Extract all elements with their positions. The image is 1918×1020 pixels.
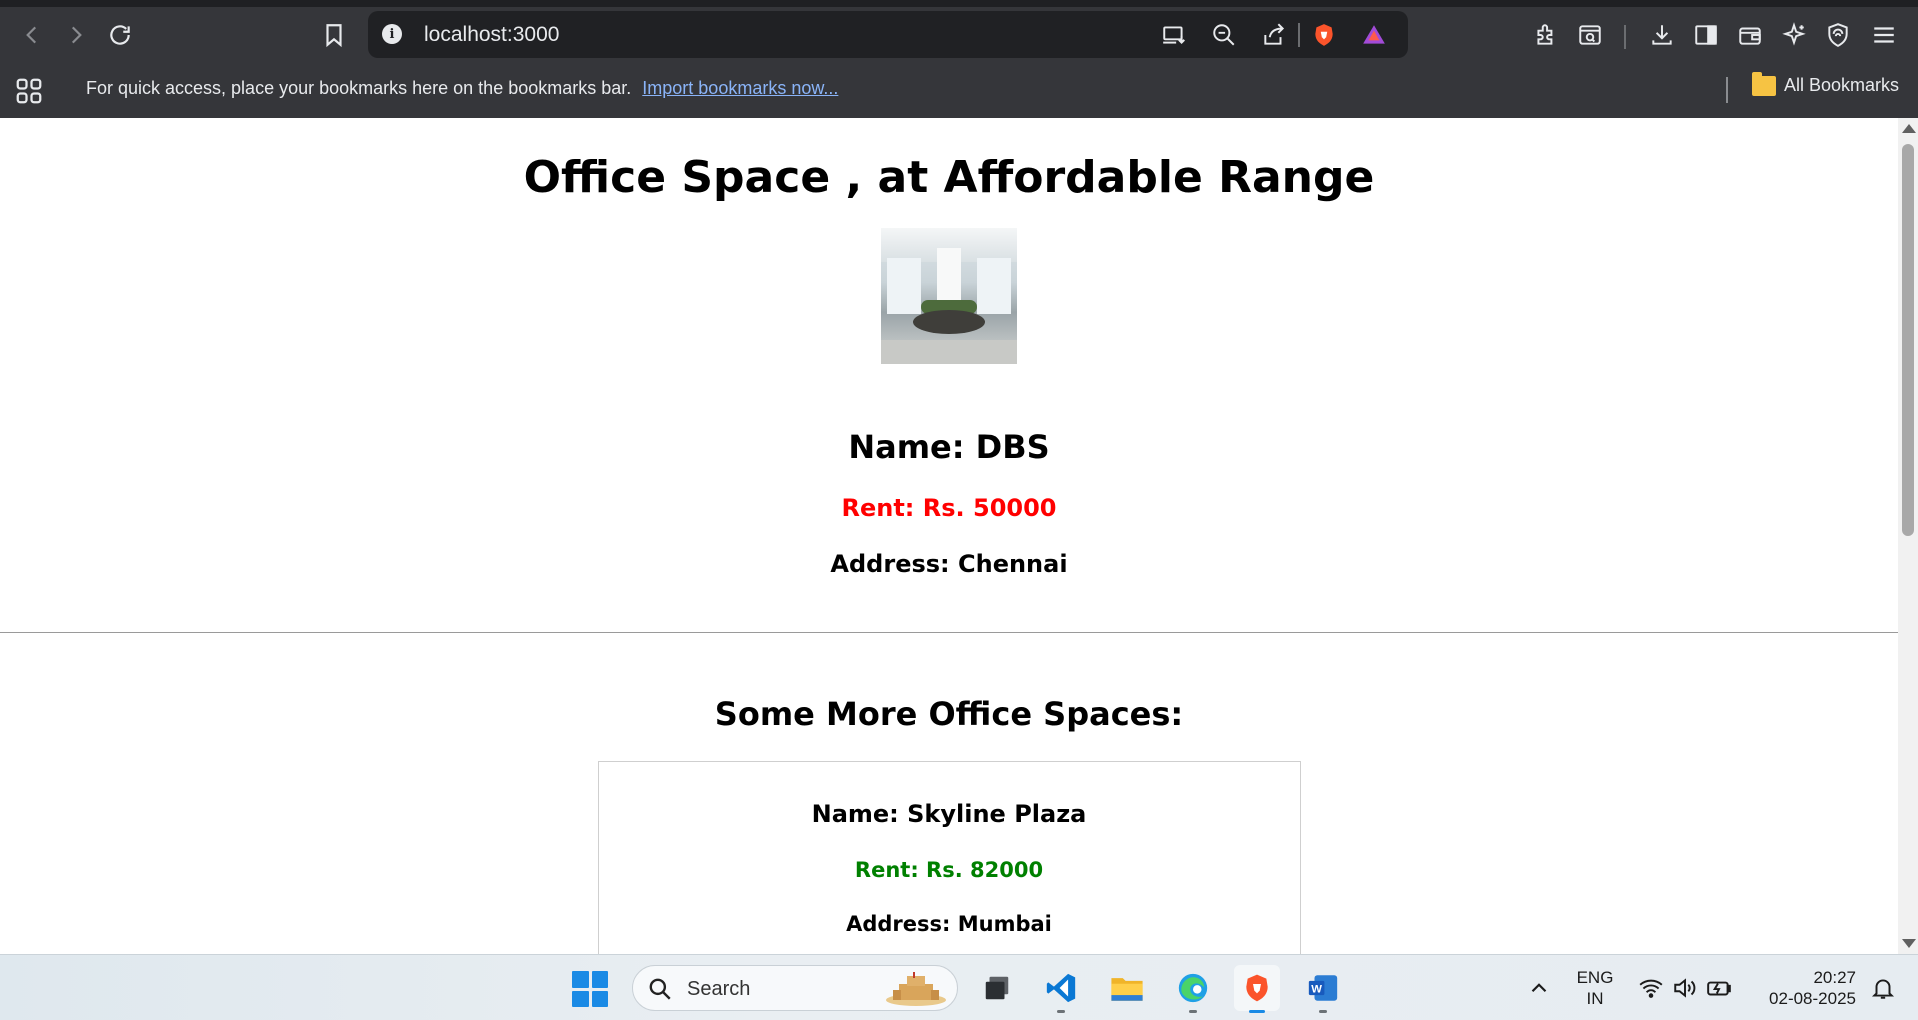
tab-search-icon[interactable] xyxy=(1570,15,1610,55)
clock-time: 20:27 xyxy=(1813,968,1856,987)
menu-icon[interactable] xyxy=(1864,15,1904,55)
toolbar-divider xyxy=(1624,25,1626,49)
vpn-shield-icon[interactable] xyxy=(1818,15,1858,55)
brave-rewards-icon[interactable] xyxy=(1358,19,1390,51)
office-card-address: Address: Mumbai xyxy=(846,912,1052,936)
omnibox-divider xyxy=(1298,23,1300,47)
office-card-rent: Rent: Rs. 82000 xyxy=(854,858,1044,882)
edge-icon[interactable] xyxy=(1170,965,1216,1013)
sidebar-icon[interactable] xyxy=(1686,15,1726,55)
region-code: IN xyxy=(1586,989,1604,1008)
windows-start-icon[interactable] xyxy=(572,971,608,1007)
page-viewport: Office Space , at Affordable Range Name:… xyxy=(0,118,1898,954)
leo-ai-icon[interactable] xyxy=(1774,15,1814,55)
extensions-icon[interactable] xyxy=(1526,15,1566,55)
bookmark-icon[interactable] xyxy=(314,15,354,55)
language-code: ENG xyxy=(1576,968,1614,987)
word-icon[interactable]: W xyxy=(1300,965,1346,1013)
vscode-icon[interactable] xyxy=(1038,965,1084,1013)
all-bookmarks-label: All Bookmarks xyxy=(1784,75,1900,95)
all-bookmarks-button[interactable]: All Bookmarks xyxy=(1752,71,1900,96)
bookmarks-hint-text: For quick access, place your bookmarks h… xyxy=(86,78,632,98)
windows-taskbar: Search W ENG IN 20:27 02-08-2025 xyxy=(0,954,1918,1020)
office-card: Name: Skyline Plaza Rent: Rs. 82000 Addr… xyxy=(597,761,1301,954)
taskbar-search-box[interactable]: Search xyxy=(632,965,958,1011)
page-scrollbar[interactable] xyxy=(1898,118,1918,954)
search-icon xyxy=(649,978,671,1000)
featured-office-name: Name: DBS xyxy=(848,428,1050,466)
bookmarks-bar-message: For quick access, place your bookmarks h… xyxy=(86,78,838,99)
forward-icon[interactable] xyxy=(56,15,96,55)
reload-icon[interactable] xyxy=(100,15,140,55)
wifi-icon[interactable] xyxy=(1638,975,1664,1001)
more-offices-heading: Some More Office Spaces: xyxy=(714,695,1184,733)
scroll-up-arrow-icon[interactable] xyxy=(1902,124,1916,133)
page-content: Office Space , at Affordable Range Name:… xyxy=(0,118,1898,954)
brave-shields-icon[interactable] xyxy=(1308,19,1340,51)
input-language-indicator[interactable]: ENG IN xyxy=(1576,967,1614,1009)
tab-strip xyxy=(0,0,1918,7)
office-card-name: Name: Skyline Plaza xyxy=(811,800,1087,828)
system-clock[interactable]: 20:27 02-08-2025 xyxy=(1748,967,1856,1009)
volume-icon[interactable] xyxy=(1672,975,1698,1001)
section-divider xyxy=(0,632,1898,633)
browser-chrome: i localhost:3000 For quick access, place… xyxy=(0,0,1918,118)
show-hidden-icons-chevron-icon[interactable] xyxy=(1526,975,1552,1001)
svg-text:W: W xyxy=(1311,983,1322,995)
task-view-icon[interactable] xyxy=(974,965,1020,1011)
battery-icon[interactable] xyxy=(1706,975,1732,1001)
bookmarks-bar: For quick access, place your bookmarks h… xyxy=(0,63,1918,118)
apps-grid-icon[interactable] xyxy=(14,76,44,106)
share-icon[interactable] xyxy=(1258,19,1290,51)
clock-date: 02-08-2025 xyxy=(1769,989,1856,1008)
brave-browser-taskbar-icon[interactable] xyxy=(1234,965,1280,1013)
featured-office-rent: Rent: Rs. 50000 xyxy=(841,494,1057,522)
folder-icon xyxy=(1752,71,1776,96)
bookmarks-divider xyxy=(1726,77,1728,103)
download-icon[interactable] xyxy=(1642,15,1682,55)
office-image xyxy=(881,228,1017,364)
scrollbar-thumb[interactable] xyxy=(1902,144,1914,536)
wallet-icon[interactable] xyxy=(1730,15,1770,55)
back-icon[interactable] xyxy=(12,15,52,55)
url-text[interactable]: localhost:3000 xyxy=(424,23,559,47)
site-info-icon[interactable]: i xyxy=(380,22,404,46)
taskbar-search-placeholder: Search xyxy=(687,978,751,1000)
notification-icon[interactable] xyxy=(1870,975,1896,1001)
browser-toolbar: i localhost:3000 xyxy=(0,7,1918,63)
import-bookmarks-link[interactable]: Import bookmarks now... xyxy=(642,78,838,98)
featured-office-address: Address: Chennai xyxy=(830,550,1068,578)
sandcastle-highlight-icon xyxy=(886,972,946,1006)
scroll-down-arrow-icon[interactable] xyxy=(1902,939,1916,948)
address-bar[interactable]: i localhost:3000 xyxy=(368,11,1408,58)
install-app-icon[interactable] xyxy=(1158,19,1190,51)
file-explorer-icon[interactable] xyxy=(1104,965,1150,1011)
page-title: Office Space , at Affordable Range xyxy=(523,152,1375,203)
zoom-out-icon[interactable] xyxy=(1208,19,1240,51)
